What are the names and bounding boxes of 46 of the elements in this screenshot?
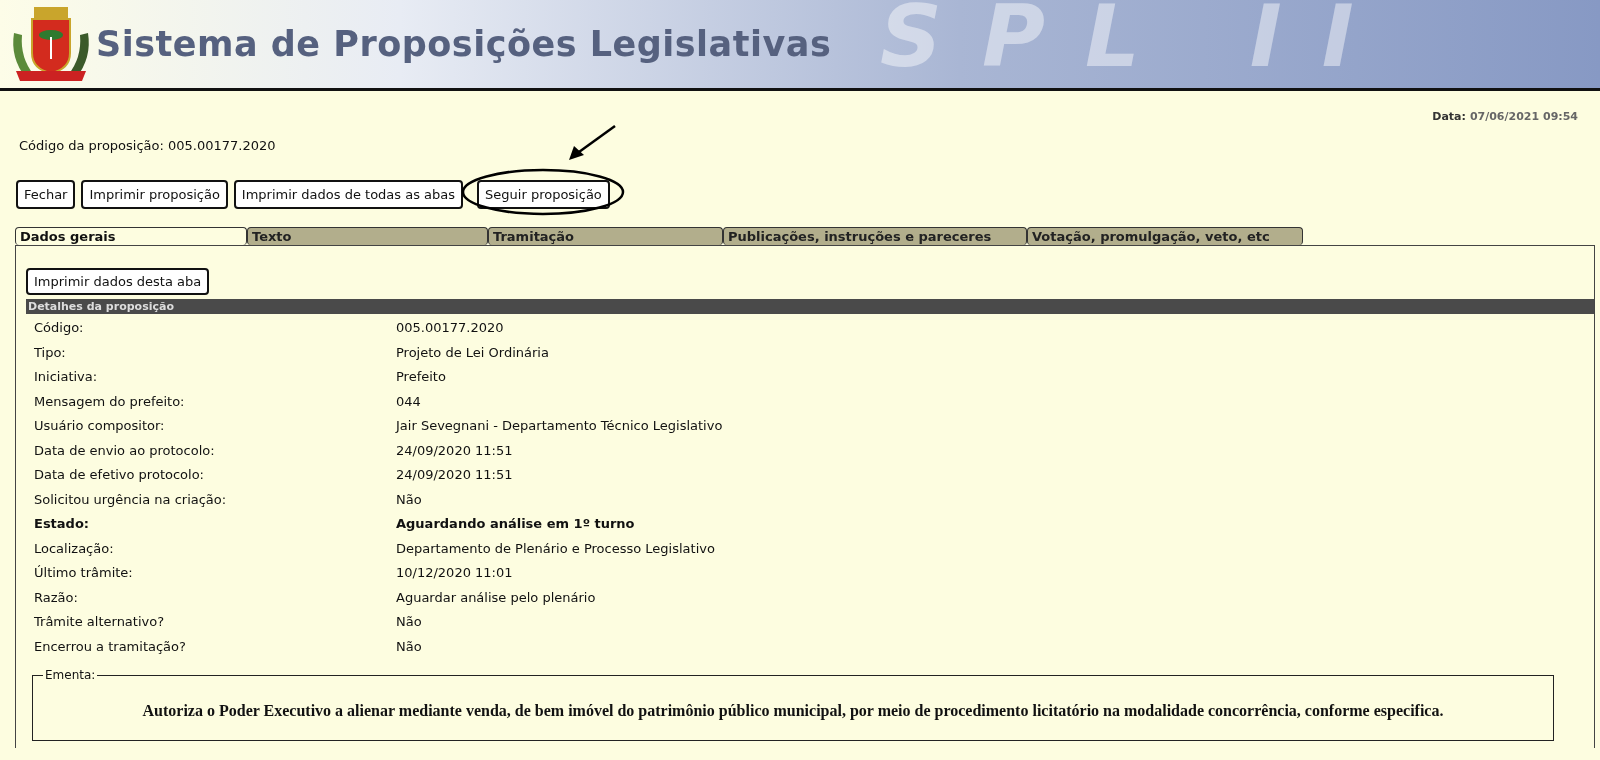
field-value: Projeto de Lei Ordinária	[396, 343, 550, 362]
action-button[interactable]: Fechar	[16, 180, 76, 209]
field-label: Estado:	[34, 515, 91, 533]
proposition-code: Código da proposição: 005.00177.2020	[19, 138, 276, 153]
field-label: Tipo:	[34, 343, 67, 362]
field-value: Departamento de Plenário e Processo Legislativo	[396, 539, 716, 558]
field-value: 005.00177.2020	[396, 319, 505, 337]
field-value: 044	[396, 392, 422, 411]
tab[interactable]: Publicações, instruções e pareceres	[723, 227, 1027, 245]
date-value: 07/06/2021 09:54	[1469, 110, 1578, 123]
field-value: Jair Sevegnani - Departamento Técnico Legislativo	[396, 417, 724, 435]
action-button[interactable]: Seguir proposição	[477, 180, 610, 209]
field-label: Mensagem do prefeito:	[34, 392, 186, 411]
tab[interactable]: Tramitação	[488, 227, 723, 245]
section-header: Detalhes da proposição	[26, 299, 1594, 314]
ementa-legend: Ementa:	[43, 668, 98, 682]
tab[interactable]: Votação, promulgação, veto, etc	[1027, 227, 1303, 245]
field-label: Razão:	[34, 588, 79, 607]
field-label: Último trâmite:	[34, 564, 134, 582]
date-label: Data:	[1432, 110, 1466, 123]
action-button[interactable]: Imprimir dados de todas as abas	[233, 180, 464, 209]
field-value: Prefeito	[396, 368, 447, 386]
field-value: Não	[396, 490, 423, 509]
field-value: 24/09/2020 11:51	[396, 441, 514, 460]
field-label: Localização:	[34, 539, 115, 558]
field-value: Não	[396, 613, 423, 631]
field-value: Não	[396, 637, 423, 656]
field-value: Aguardar análise pelo plenário	[396, 588, 597, 607]
field-label: Trâmite alternativo?	[34, 613, 166, 631]
app-title: Sistema de Proposições Legislativas	[96, 24, 832, 64]
field-label: Usuário compositor:	[34, 417, 166, 435]
print-tab-button[interactable]: Imprimir dados desta aba	[26, 268, 210, 295]
field-label: Iniciativa:	[34, 368, 99, 386]
field-value: Aguardando análise em 1º turno	[396, 515, 636, 533]
field-label: Encerrou a tramitação?	[34, 637, 187, 656]
field-label: Data de efetivo protocolo:	[34, 466, 205, 484]
field-label: Data de envio ao protocolo:	[34, 441, 216, 460]
field-label: Solicitou urgência na criação:	[34, 490, 228, 509]
field-value: 10/12/2020 11:01	[396, 564, 514, 582]
tab[interactable]: Texto	[247, 227, 488, 245]
tab[interactable]: Dados gerais	[15, 227, 247, 245]
field-label: Código:	[34, 319, 85, 337]
field-value: 24/09/2020 11:51	[396, 466, 514, 484]
arrow-icon	[569, 125, 616, 160]
ementa-text: Autoriza o Poder Executivo a alienar mediante venda, de bem imóvel do patrimônio público municipal, por meio de procedimento licitatório na modalidade concorrência, conforme especifica.	[141, 702, 1445, 720]
action-button[interactable]: Imprimir proposição	[81, 180, 228, 209]
